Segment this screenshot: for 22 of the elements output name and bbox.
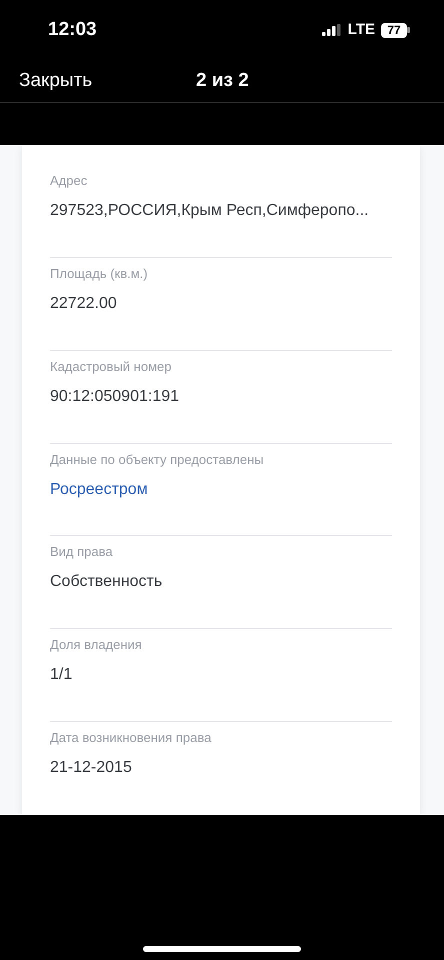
status-time: 12:03	[48, 18, 97, 42]
field-label: Кадастровый номер	[50, 358, 172, 376]
field-label: Вид права	[50, 543, 113, 562]
field-value: 90:12:050901:191	[50, 386, 180, 407]
battery-indicator: 77	[381, 22, 407, 38]
field-label: Данные по объекту предоставлены	[50, 450, 264, 469]
field-value: 297523,РОССИЯ,Крым Респ,Симферопо...	[50, 201, 369, 221]
signal-icon	[322, 24, 342, 36]
field-label: Доля владения	[50, 636, 142, 654]
home-indicator[interactable]	[143, 946, 301, 952]
field-value: Собственность	[50, 572, 162, 592]
source-link[interactable]: Росреестром	[50, 480, 148, 500]
field-label: Адрес	[50, 172, 88, 190]
field-label: Площадь (кв.м.)	[50, 264, 148, 283]
field-value: 21-12-2015	[50, 758, 132, 778]
field-label: Дата возникновения права	[50, 729, 212, 748]
close-button[interactable]: Закрыть	[19, 66, 92, 96]
field-value: 1/1	[50, 665, 72, 686]
network-label: LTE	[348, 20, 375, 40]
battery-tip-icon	[407, 27, 410, 33]
page-counter: 2 из 2	[196, 68, 249, 93]
field-value: 22722.00	[50, 294, 117, 314]
